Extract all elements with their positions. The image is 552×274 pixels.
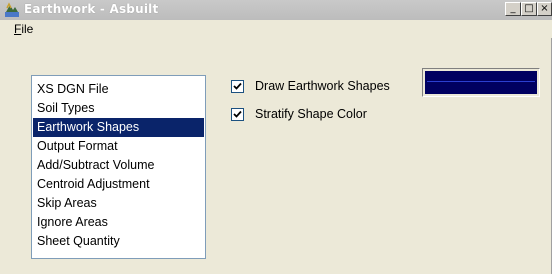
draw-shapes-label: Draw Earthwork Shapes — [255, 79, 390, 93]
earthwork-app-icon — [5, 2, 19, 17]
maximize-icon: □ — [524, 3, 534, 14]
list-item[interactable]: Earthwork Shapes — [33, 118, 204, 137]
checkmark-icon — [233, 110, 242, 118]
list-item[interactable]: Skip Areas — [33, 194, 204, 213]
earthwork-window: Earthwork - Asbuilt _ □ × File XS DGN Fi… — [0, 0, 552, 274]
minimize-button[interactable]: _ — [505, 2, 521, 16]
title-bar[interactable]: Earthwork - Asbuilt _ □ × — [0, 0, 552, 20]
menu-bar: File — [0, 20, 552, 38]
draw-shapes-checkbox[interactable] — [231, 80, 244, 93]
checkmark-icon — [233, 82, 242, 90]
shape-color-line — [427, 81, 535, 82]
shape-color-swatch[interactable] — [422, 68, 540, 97]
maximize-button[interactable]: □ — [521, 2, 537, 16]
window-title: Earthwork - Asbuilt — [24, 2, 159, 16]
category-listbox[interactable]: XS DGN File Soil Types Earthwork Shapes Out… — [31, 75, 206, 259]
stratify-checkbox[interactable] — [231, 108, 244, 121]
shape-color-fill — [425, 71, 537, 94]
close-button[interactable]: × — [537, 2, 552, 16]
minimize-icon: _ — [510, 3, 516, 14]
list-item[interactable]: Add/Subtract Volume — [33, 156, 204, 175]
stratify-label: Stratify Shape Color — [255, 107, 367, 121]
menu-file[interactable]: File — [14, 22, 33, 36]
list-item[interactable]: XS DGN File — [33, 80, 204, 99]
list-item[interactable]: Ignore Areas — [33, 213, 204, 232]
list-item[interactable]: Centroid Adjustment — [33, 175, 204, 194]
list-item[interactable]: Soil Types — [33, 99, 204, 118]
list-item[interactable]: Sheet Quantity — [33, 232, 204, 251]
menu-file-label: ile — [21, 22, 34, 36]
list-item[interactable]: Output Format — [33, 137, 204, 156]
close-icon: × — [540, 3, 549, 14]
